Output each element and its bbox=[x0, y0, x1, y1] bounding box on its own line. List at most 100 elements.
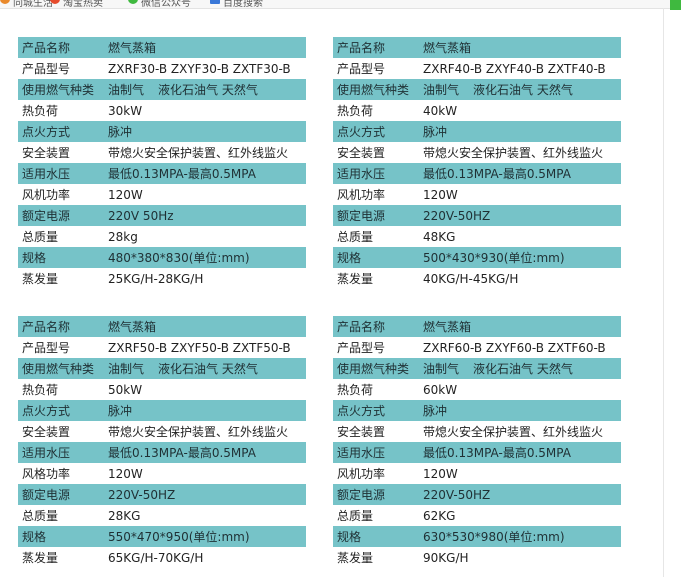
spec-value: 燃气蒸箱 bbox=[104, 37, 306, 58]
spec-value: 120W bbox=[419, 184, 621, 205]
spec-value: 120W bbox=[104, 463, 306, 484]
spec-row-fan-power: 风机功率 120W bbox=[333, 463, 621, 484]
spec-value: 最低0.13MPA-最高0.5MPA bbox=[419, 442, 621, 463]
spec-key: 产品名称 bbox=[18, 37, 104, 58]
spec-table-2: 产品名称 燃气蒸箱 产品型号 ZXRF40-B ZXYF40-B ZXTF40-B 使用… bbox=[333, 37, 621, 289]
spec-row-total-weight: 总质量 28KG bbox=[18, 505, 306, 526]
spec-row-water-pressure: 适用水压 最低0.13MPA-最高0.5MPA bbox=[18, 163, 306, 184]
spec-value-part: 油制气 bbox=[108, 362, 145, 376]
spec-value: 带熄火安全保护装置、红外线监火 bbox=[104, 421, 306, 442]
spec-key: 产品型号 bbox=[18, 58, 104, 79]
wechat-icon bbox=[128, 0, 138, 4]
spec-key: 安全装置 bbox=[18, 421, 104, 442]
spec-value: 最低0.13MPA-最高0.5MPA bbox=[419, 163, 621, 184]
spec-key: 产品名称 bbox=[333, 316, 419, 337]
spec-value: 50kW bbox=[104, 379, 306, 400]
spec-key: 产品型号 bbox=[333, 337, 419, 358]
spec-row-water-pressure: 适用水压 最低0.13MPA-最高0.5MPA bbox=[18, 442, 306, 463]
spec-row-steam-output: 蒸发量 65KG/H-70KG/H bbox=[18, 547, 306, 568]
spec-key: 额定电源 bbox=[333, 205, 419, 226]
spec-value-part: 油制气 bbox=[423, 83, 460, 97]
spec-row-power-supply: 额定电源 220V 50Hz bbox=[18, 205, 306, 226]
spec-row-power-supply: 额定电源 220V-50HZ bbox=[333, 484, 621, 505]
spec-value-part: 液化石油气 天然气 bbox=[158, 362, 258, 376]
spec-row-steam-output: 蒸发量 90KG/H bbox=[333, 547, 621, 568]
spec-key: 热负荷 bbox=[333, 379, 419, 400]
spec-value: 燃气蒸箱 bbox=[419, 316, 621, 337]
spec-value: 油制气 液化石油气 天然气 bbox=[419, 358, 621, 379]
spec-key: 安全装置 bbox=[18, 142, 104, 163]
spec-key: 规格 bbox=[333, 247, 419, 268]
spec-row-steam-output: 蒸发量 25KG/H-28KG/H bbox=[18, 268, 306, 289]
spec-value: 油制气 液化石油气 天然气 bbox=[104, 79, 306, 100]
spec-key: 额定电源 bbox=[18, 484, 104, 505]
spec-row-product-name: 产品名称 燃气蒸箱 bbox=[18, 37, 306, 58]
spec-key: 热负荷 bbox=[333, 100, 419, 121]
spec-key: 蒸发量 bbox=[333, 268, 419, 289]
spec-value: ZXRF60-B ZXYF60-B ZXTF60-B bbox=[419, 337, 621, 358]
bookmarks-bar: 同城生活 淘宝热卖 微信公众号 百度搜索 bbox=[0, 0, 681, 9]
spec-key: 产品名称 bbox=[333, 37, 419, 58]
spec-value: 脉冲 bbox=[104, 121, 306, 142]
spec-key: 点火方式 bbox=[18, 400, 104, 421]
spec-key: 安全装置 bbox=[333, 421, 419, 442]
bookmark-2-icon bbox=[50, 0, 60, 4]
spec-value: 带熄火安全保护装置、红外线监火 bbox=[104, 142, 306, 163]
spec-key: 适用水压 bbox=[333, 442, 419, 463]
spec-value: 550*470*950(单位:mm) bbox=[104, 526, 306, 547]
spec-value: 脉冲 bbox=[419, 400, 621, 421]
spec-value: 120W bbox=[419, 463, 621, 484]
spec-value: 燃气蒸箱 bbox=[104, 316, 306, 337]
spec-row-safety-device: 安全装置 带熄火安全保护装置、红外线监火 bbox=[333, 421, 621, 442]
spec-row-heat-load: 热负荷 60kW bbox=[333, 379, 621, 400]
spec-row-dimensions: 规格 630*530*980(单位:mm) bbox=[333, 526, 621, 547]
spec-row-ignition-method: 点火方式 脉冲 bbox=[18, 121, 306, 142]
spec-key: 总质量 bbox=[333, 226, 419, 247]
spec-key: 适用水压 bbox=[18, 163, 104, 184]
spec-value: 62KG bbox=[419, 505, 621, 526]
spec-key: 点火方式 bbox=[333, 400, 419, 421]
spec-row-heat-load: 热负荷 30kW bbox=[18, 100, 306, 121]
spec-value: 480*380*830(单位:mm) bbox=[104, 247, 306, 268]
spec-row-total-weight: 总质量 28kg bbox=[18, 226, 306, 247]
spec-value: 燃气蒸箱 bbox=[419, 37, 621, 58]
spec-row-product-name: 产品名称 燃气蒸箱 bbox=[333, 37, 621, 58]
spec-value: 120W bbox=[104, 184, 306, 205]
spec-value: 25KG/H-28KG/H bbox=[104, 268, 306, 289]
spec-value: 220V 50Hz bbox=[104, 205, 306, 226]
spec-key: 蒸发量 bbox=[18, 547, 104, 568]
bookmark-4[interactable]: 百度搜索 bbox=[210, 0, 263, 8]
spec-value: 65KG/H-70KG/H bbox=[104, 547, 306, 568]
spec-row-steam-output: 蒸发量 40KG/H-45KG/H bbox=[333, 268, 621, 289]
bookmark-2[interactable]: 淘宝热卖 bbox=[50, 0, 103, 8]
spec-table-3: 产品名称 燃气蒸箱 产品型号 ZXRF50-B ZXYF50-B ZXTF50-B 使用… bbox=[18, 316, 306, 568]
spec-key: 点火方式 bbox=[18, 121, 104, 142]
spec-row-heat-load: 热负荷 40kW bbox=[333, 100, 621, 121]
spec-row-safety-device: 安全装置 带熄火安全保护装置、红外线监火 bbox=[18, 142, 306, 163]
spec-row-product-name: 产品名称 燃气蒸箱 bbox=[333, 316, 621, 337]
spec-row-product-model: 产品型号 ZXRF40-B ZXYF40-B ZXTF40-B bbox=[333, 58, 621, 79]
spec-row-gas-type: 使用燃气种类 油制气 液化石油气 天然气 bbox=[333, 358, 621, 379]
spec-value: ZXRF50-B ZXYF50-B ZXTF50-B bbox=[104, 337, 306, 358]
extension-icon[interactable] bbox=[670, 0, 681, 10]
spec-key: 热负荷 bbox=[18, 379, 104, 400]
spec-value: 220V-50HZ bbox=[104, 484, 306, 505]
spec-key: 使用燃气种类 bbox=[18, 79, 104, 100]
bookmark-1[interactable]: 同城生活 bbox=[0, 0, 53, 8]
spec-key: 风格功率 bbox=[18, 463, 104, 484]
spec-value: 脉冲 bbox=[419, 121, 621, 142]
spec-key: 热负荷 bbox=[18, 100, 104, 121]
spec-key: 产品型号 bbox=[333, 58, 419, 79]
spec-value: 油制气 液化石油气 天然气 bbox=[419, 79, 621, 100]
spec-row-total-weight: 总质量 48KG bbox=[333, 226, 621, 247]
spec-row-total-weight: 总质量 62KG bbox=[333, 505, 621, 526]
spec-row-product-name: 产品名称 燃气蒸箱 bbox=[18, 316, 306, 337]
spec-row-ignition-method: 点火方式 脉冲 bbox=[18, 400, 306, 421]
spec-value-part: 液化石油气 天然气 bbox=[473, 83, 573, 97]
bookmark-3[interactable]: 微信公众号 bbox=[128, 0, 191, 8]
spec-key: 规格 bbox=[18, 247, 104, 268]
spec-value-part: 油制气 bbox=[108, 83, 145, 97]
spec-value: 40KG/H-45KG/H bbox=[419, 268, 621, 289]
spec-value-part: 油制气 bbox=[423, 362, 460, 376]
spec-table-4: 产品名称 燃气蒸箱 产品型号 ZXRF60-B ZXYF60-B ZXTF60-B 使用… bbox=[333, 316, 621, 568]
